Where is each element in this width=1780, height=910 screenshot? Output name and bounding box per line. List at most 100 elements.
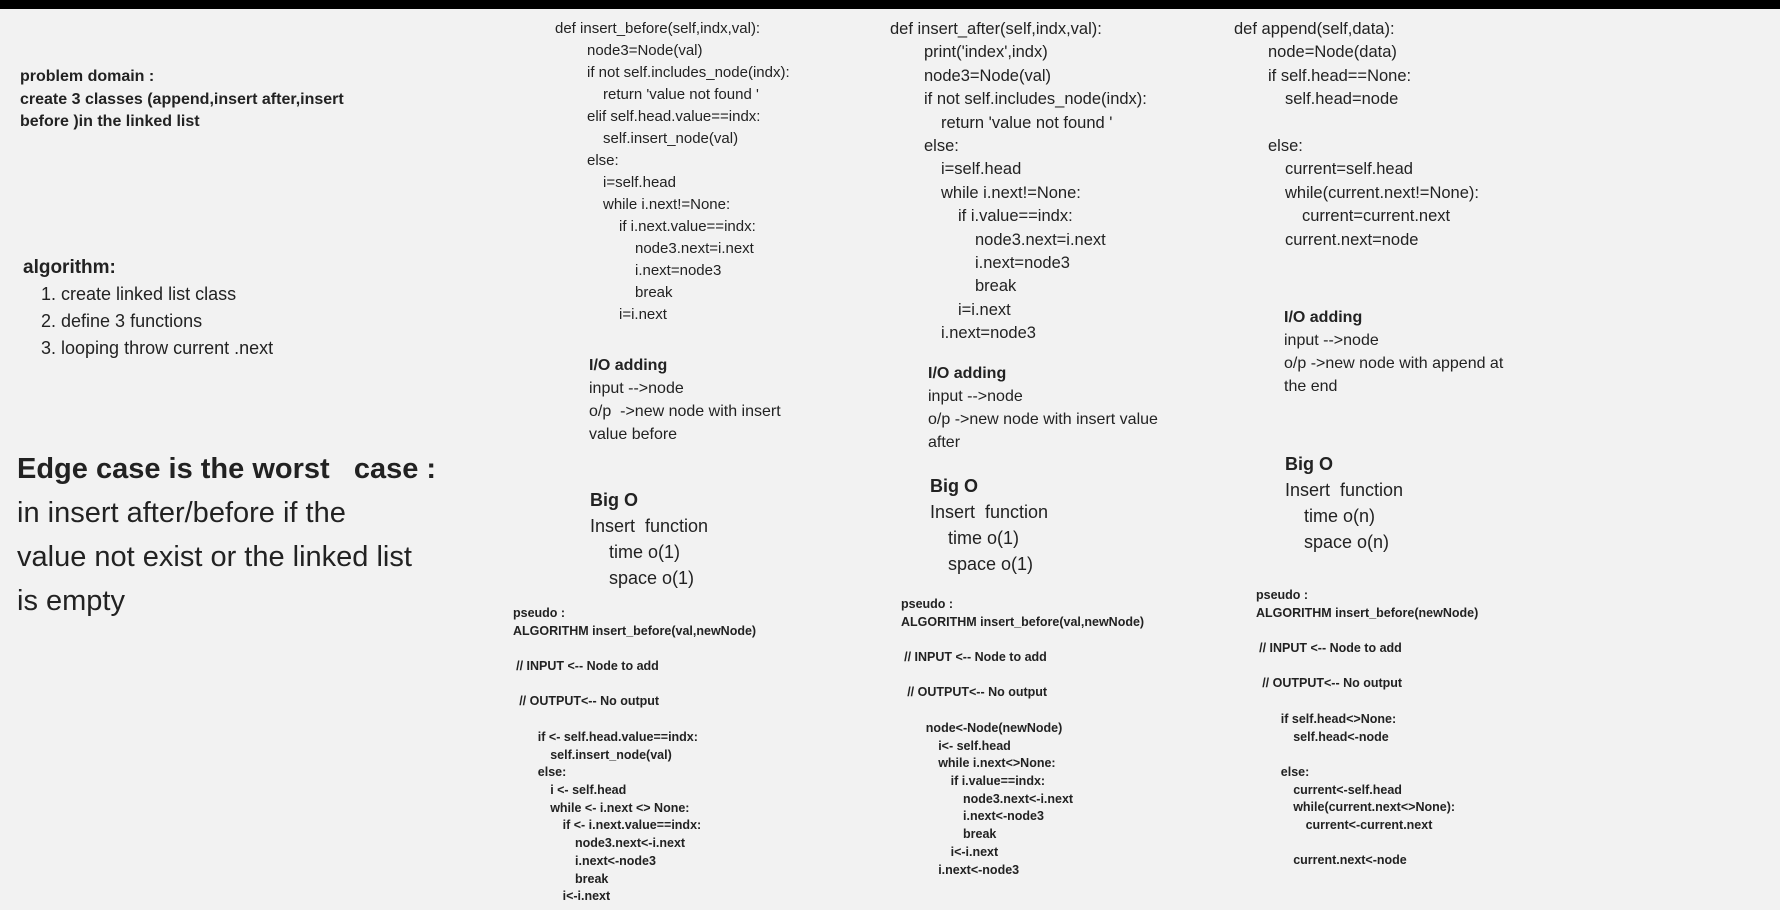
algorithm-heading: algorithm: [23, 257, 116, 278]
algorithm-step: 3. looping throw current .next [41, 338, 274, 358]
algorithm-section: algorithm: 1. create linked list class 2… [23, 255, 273, 362]
code-line: print('index',indx) [924, 43, 1048, 62]
code-line: ALGORITHM insert_before(val,newNode) [901, 614, 1145, 629]
code-line: if <- i.next.value==indx: [562, 818, 702, 833]
io-title: I/O adding [928, 365, 1007, 382]
code-line: while i.next!=None: [603, 196, 731, 213]
code-line: current<-current.next [1305, 818, 1433, 833]
code-line: if not self.includes_node(indx): [924, 90, 1147, 109]
code-line: i=self.head [941, 160, 1022, 179]
code-line: if i.value==indx: [958, 207, 1073, 226]
big-o-time: time o(n) [1304, 506, 1376, 526]
code-line: i=i.next [958, 300, 1011, 319]
code-line: while i.next<>None: [938, 756, 1056, 771]
code-line: node3.next<-i.next [963, 791, 1074, 806]
code-line: else: [1280, 764, 1310, 779]
code-line: node3.next=i.next [635, 240, 754, 257]
io-line: value before [589, 426, 678, 443]
edge-case-heading: Edge case is the worst case : [17, 453, 437, 485]
code-line: pseudo : [1256, 588, 1309, 602]
io-section-append: I/O adding input -->node o/p ->new node … [1284, 306, 1503, 398]
code-line: node3=Node(val) [587, 42, 703, 59]
algorithm-step: 1. create linked list class [41, 284, 237, 304]
code-line: self.insert_node(val) [603, 130, 739, 147]
big-o-space: space o(n) [1304, 532, 1390, 552]
big-o-function: Insert function [930, 502, 1049, 522]
code-line: break [575, 871, 609, 886]
code-line: i.next=node3 [975, 254, 1070, 273]
insert-after-code: def insert_after(self,indx,val): print('i… [890, 18, 1147, 346]
big-o-title: Big O [930, 476, 978, 496]
code-line: pseudo : [901, 597, 954, 611]
code-line: // OUTPUT<-- No output [519, 694, 660, 709]
code-line: node3=Node(val) [924, 66, 1052, 85]
top-bar [0, 0, 1780, 9]
io-line: input -->node [1284, 332, 1379, 349]
code-line: node<-Node(newNode) [925, 720, 1063, 735]
code-line: i<-i.next [950, 844, 999, 859]
big-o-insert-before: Big O Insert function time o(1) space o(… [590, 487, 708, 591]
io-line: input -->node [928, 388, 1023, 405]
code-line: def append(self,data): [1234, 20, 1395, 38]
code-line: node3.next=i.next [975, 230, 1106, 249]
code-line: // OUTPUT<-- No output [907, 685, 1048, 700]
big-o-title: Big O [590, 490, 638, 510]
problem-domain-line: before )in the linked list [20, 113, 200, 130]
code-line: node3.next<-i.next [575, 836, 686, 851]
code-line: break [963, 827, 997, 842]
code-line: current.next=node [1285, 230, 1419, 249]
code-line: i <- self.head [550, 782, 627, 797]
io-line: input -->node [589, 380, 684, 397]
code-line: self.head=node [1285, 90, 1399, 109]
io-section-insert-after: I/O adding input -->node o/p ->new node … [928, 362, 1158, 454]
code-line: def insert_after(self,indx,val): [890, 20, 1102, 38]
code-line: while <- i.next <> None: [550, 800, 690, 815]
insert-before-code: def insert_before(self,indx,val): node3=N… [555, 18, 790, 326]
code-line: while(current.next!=None): [1285, 183, 1479, 202]
problem-domain: problem domain : create 3 classes (appen… [20, 66, 344, 134]
code-line: while i.next!=None: [941, 183, 1081, 202]
code-line: if i.next.value==indx: [619, 218, 756, 235]
big-o-insert-after: Big O Insert function time o(1) space o(… [930, 473, 1048, 577]
code-line: current=current.next [1302, 207, 1451, 226]
code-line: else: [924, 137, 959, 156]
code-line: current<-self.head [1293, 782, 1402, 797]
big-o-time: time o(1) [609, 542, 681, 562]
code-line: pseudo : [513, 606, 566, 620]
code-line: break [635, 284, 673, 301]
edge-case-line: is empty [17, 585, 125, 617]
code-line: while(current.next<>None): [1293, 800, 1456, 815]
append-pseudocode: pseudo : ALGORITHM insert_before(newNode)… [1256, 587, 1478, 870]
big-o-title: Big O [1285, 454, 1333, 474]
code-line: break [975, 277, 1017, 296]
code-line: if self.head==None: [1268, 66, 1412, 85]
io-title: I/O adding [1284, 309, 1363, 326]
code-line: ALGORITHM insert_before(newNode) [1256, 605, 1479, 620]
io-section-insert-before: I/O adding input -->node o/p ->new node … [589, 354, 781, 446]
io-line: the end [1284, 378, 1338, 395]
big-o-space: space o(1) [948, 554, 1034, 574]
code-line: ALGORITHM insert_before(val,newNode) [513, 623, 757, 638]
problem-domain-heading: problem domain : [20, 68, 155, 85]
code-line: i.next<-node3 [938, 862, 1020, 877]
algorithm-step: 2. define 3 functions [41, 311, 203, 331]
code-line: else: [1268, 137, 1303, 156]
code-line: elif self.head.value==indx: [587, 108, 761, 125]
io-line: o/p ->new node with insert [589, 403, 781, 420]
code-line: self.insert_node(val) [550, 747, 672, 762]
insert-before-pseudocode: pseudo : ALGORITHM insert_before(val,newN… [513, 605, 756, 906]
append-code: def append(self,data): node=Node(data) if … [1234, 18, 1479, 252]
code-line: return 'value not found ' [603, 86, 759, 103]
code-line: return 'value not found ' [941, 113, 1113, 132]
code-line: // INPUT <-- Node to add [516, 659, 659, 674]
code-line: i.next=node3 [941, 324, 1036, 343]
code-line: def insert_before(self,indx,val): [555, 20, 761, 37]
big-o-function: Insert function [1285, 480, 1404, 500]
code-line: i<- self.head [938, 738, 1011, 753]
